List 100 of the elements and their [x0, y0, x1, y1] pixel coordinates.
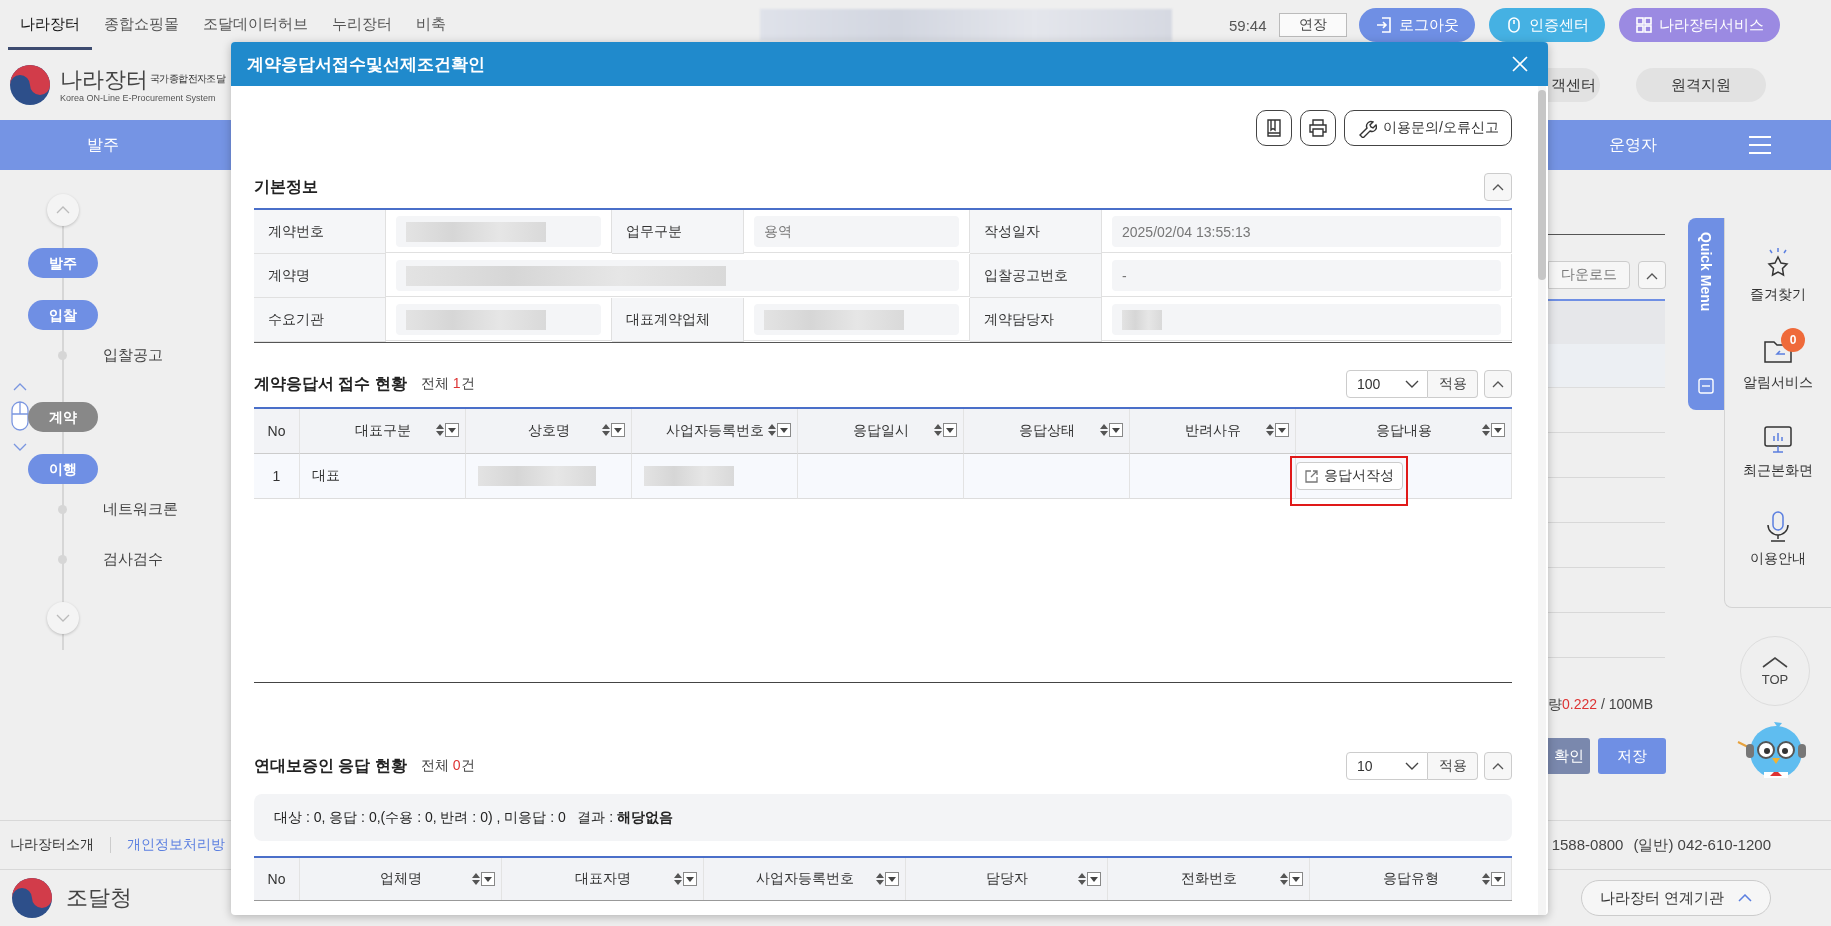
column-header[interactable]: 응답상태: [964, 409, 1130, 454]
scroll-top-button[interactable]: TOP: [1740, 636, 1810, 706]
help-report-button[interactable]: 이용문의/오류신고: [1344, 110, 1512, 146]
column-header[interactable]: 대표구분: [300, 409, 466, 454]
scrollbar-thumb[interactable]: [1538, 90, 1546, 280]
column-header[interactable]: 응답내용: [1296, 409, 1512, 454]
grid-icon: [1634, 16, 1653, 34]
readonly-field: -: [1112, 260, 1501, 291]
footer-link[interactable]: 나라장터소개: [10, 836, 94, 854]
filter-dropdown-icon[interactable]: [481, 872, 495, 886]
field-label: 업무구분: [612, 210, 744, 254]
process-step[interactable]: 입찰공고: [103, 345, 163, 365]
chevron-down-icon: [56, 614, 70, 622]
field-label: 수요기관: [254, 298, 386, 342]
header-button[interactable]: 원격지원: [1636, 68, 1766, 102]
quick-menu-item[interactable]: 최근본화면: [1737, 414, 1819, 480]
notification-badge: 0: [1781, 328, 1805, 352]
column-header[interactable]: 업체명: [300, 858, 502, 900]
extend-button[interactable]: 연장: [1278, 13, 1347, 37]
chevron-up-icon: [1738, 894, 1752, 902]
site-logo-subtitle: 국가종합전자조달: [150, 72, 226, 86]
dialog-title: 계약응답서접수및선제조건확인: [247, 53, 485, 76]
site-logo-title: 나라장터: [60, 67, 148, 93]
field-label: 입찰공고번호: [970, 254, 1102, 298]
mouse-scroll-icon: [10, 382, 30, 452]
chevron-up-icon: [1761, 655, 1789, 668]
site-tab[interactable]: 종합쇼핑몰: [92, 0, 191, 50]
filter-dropdown-icon[interactable]: [943, 423, 957, 437]
external-link-icon: [1304, 469, 1318, 483]
column-header[interactable]: 사업자등록번호: [704, 858, 906, 900]
menu-icon[interactable]: [1747, 134, 1773, 156]
filter-dropdown-icon[interactable]: [611, 423, 625, 437]
chevron-down-icon: [1405, 380, 1419, 388]
chevron-down-icon: [1405, 762, 1419, 770]
table-cell: 1: [254, 454, 300, 499]
filter-dropdown-icon[interactable]: [885, 872, 899, 886]
phone-number: (일반) 042-610-1200: [1633, 835, 1771, 855]
apply-button[interactable]: 적용: [1428, 370, 1478, 398]
process-stage[interactable]: 계약: [28, 402, 98, 432]
total-count: 전체 1건: [420, 375, 475, 393]
quick-menu-item[interactable]: 0 알림서비스: [1737, 326, 1819, 392]
logout-icon: [1374, 16, 1393, 34]
summary-text: 대상 : 0, 응답 : 0,(수용 : 0, 반려 : 0) , 미응답 : 0 결과 : 해당없음: [274, 808, 674, 827]
timeline-dot: [58, 350, 67, 360]
quick-menu-item[interactable]: 이용안내: [1744, 502, 1812, 568]
confirm-button[interactable]: 확인: [1548, 738, 1590, 774]
logo-icon: [10, 876, 54, 920]
manual-button[interactable]: [1256, 110, 1293, 146]
header-button[interactable]: 객센터: [1548, 68, 1600, 102]
chevron-up-icon: [56, 206, 70, 214]
column-header[interactable]: 전화번호: [1108, 858, 1310, 900]
column-header[interactable]: No: [254, 409, 300, 454]
site-tab[interactable]: 나라장터: [8, 0, 92, 50]
timeline-dot: [58, 554, 67, 564]
phone-number: 1588-0800: [1551, 835, 1624, 855]
filter-dropdown-icon[interactable]: [1109, 423, 1123, 437]
storage-usage: 량0.222 / 100MB: [1548, 696, 1655, 714]
filter-dropdown-icon[interactable]: [777, 423, 791, 437]
field-label: 대표계약업체: [612, 298, 744, 342]
column-header[interactable]: 반려사유: [1130, 409, 1296, 454]
site-logo-english: Korea ON-Line E-Procurement System: [60, 93, 217, 103]
apply-button[interactable]: 적용: [1428, 752, 1478, 780]
filter-dropdown-icon[interactable]: [1491, 872, 1505, 886]
close-icon[interactable]: [1512, 56, 1528, 72]
print-button[interactable]: [1300, 110, 1337, 146]
chevron-up-icon: [1492, 762, 1504, 770]
quick-menu-item[interactable]: 즐겨찾기: [1744, 238, 1812, 304]
column-header[interactable]: 사업자등록번호: [632, 409, 798, 454]
chevron-up-icon: [1492, 380, 1504, 388]
filter-dropdown-icon[interactable]: [683, 872, 697, 886]
readonly-field: 2025/02/04 13:55:13: [1112, 216, 1501, 247]
download-button[interactable]: 다운로드: [1548, 261, 1630, 289]
section-title: 기본정보: [254, 176, 318, 197]
chevron-up-icon: [1492, 183, 1504, 191]
filter-dropdown-icon[interactable]: [445, 423, 459, 437]
column-header[interactable]: 응답일시: [798, 409, 964, 454]
chevron-up-icon: [1646, 272, 1658, 280]
filter-dropdown-icon[interactable]: [1275, 423, 1289, 437]
total-count: 전체 0건: [420, 757, 475, 775]
wrench-icon: [1357, 118, 1378, 138]
table-cell: 대표: [300, 454, 466, 499]
section-title: 계약응답서 접수 현황: [254, 373, 407, 394]
column-header[interactable]: No: [254, 858, 300, 900]
column-header[interactable]: 응답유형: [1310, 858, 1512, 900]
agency-name: 조달청: [66, 884, 132, 912]
filter-dropdown-icon[interactable]: [1289, 872, 1303, 886]
logo-icon: [8, 63, 52, 107]
related-agencies-button[interactable]: 나라장터 연계기관: [1580, 880, 1771, 916]
session-timer: 59:44: [1229, 16, 1267, 34]
column-header[interactable]: 담당자: [906, 858, 1108, 900]
column-header[interactable]: 대표자명: [502, 858, 704, 900]
process-step[interactable]: 네트워크론: [103, 499, 178, 519]
readonly-field: 용역: [754, 216, 959, 247]
column-header[interactable]: 상호명: [466, 409, 632, 454]
timeline-dot: [58, 504, 67, 514]
filter-dropdown-icon[interactable]: [1087, 872, 1101, 886]
write-response-button[interactable]: 응답서작성: [1295, 462, 1403, 490]
process-step[interactable]: 검사검수: [103, 549, 163, 569]
filter-dropdown-icon[interactable]: [1491, 423, 1505, 437]
field-label: 계약명: [254, 254, 386, 298]
